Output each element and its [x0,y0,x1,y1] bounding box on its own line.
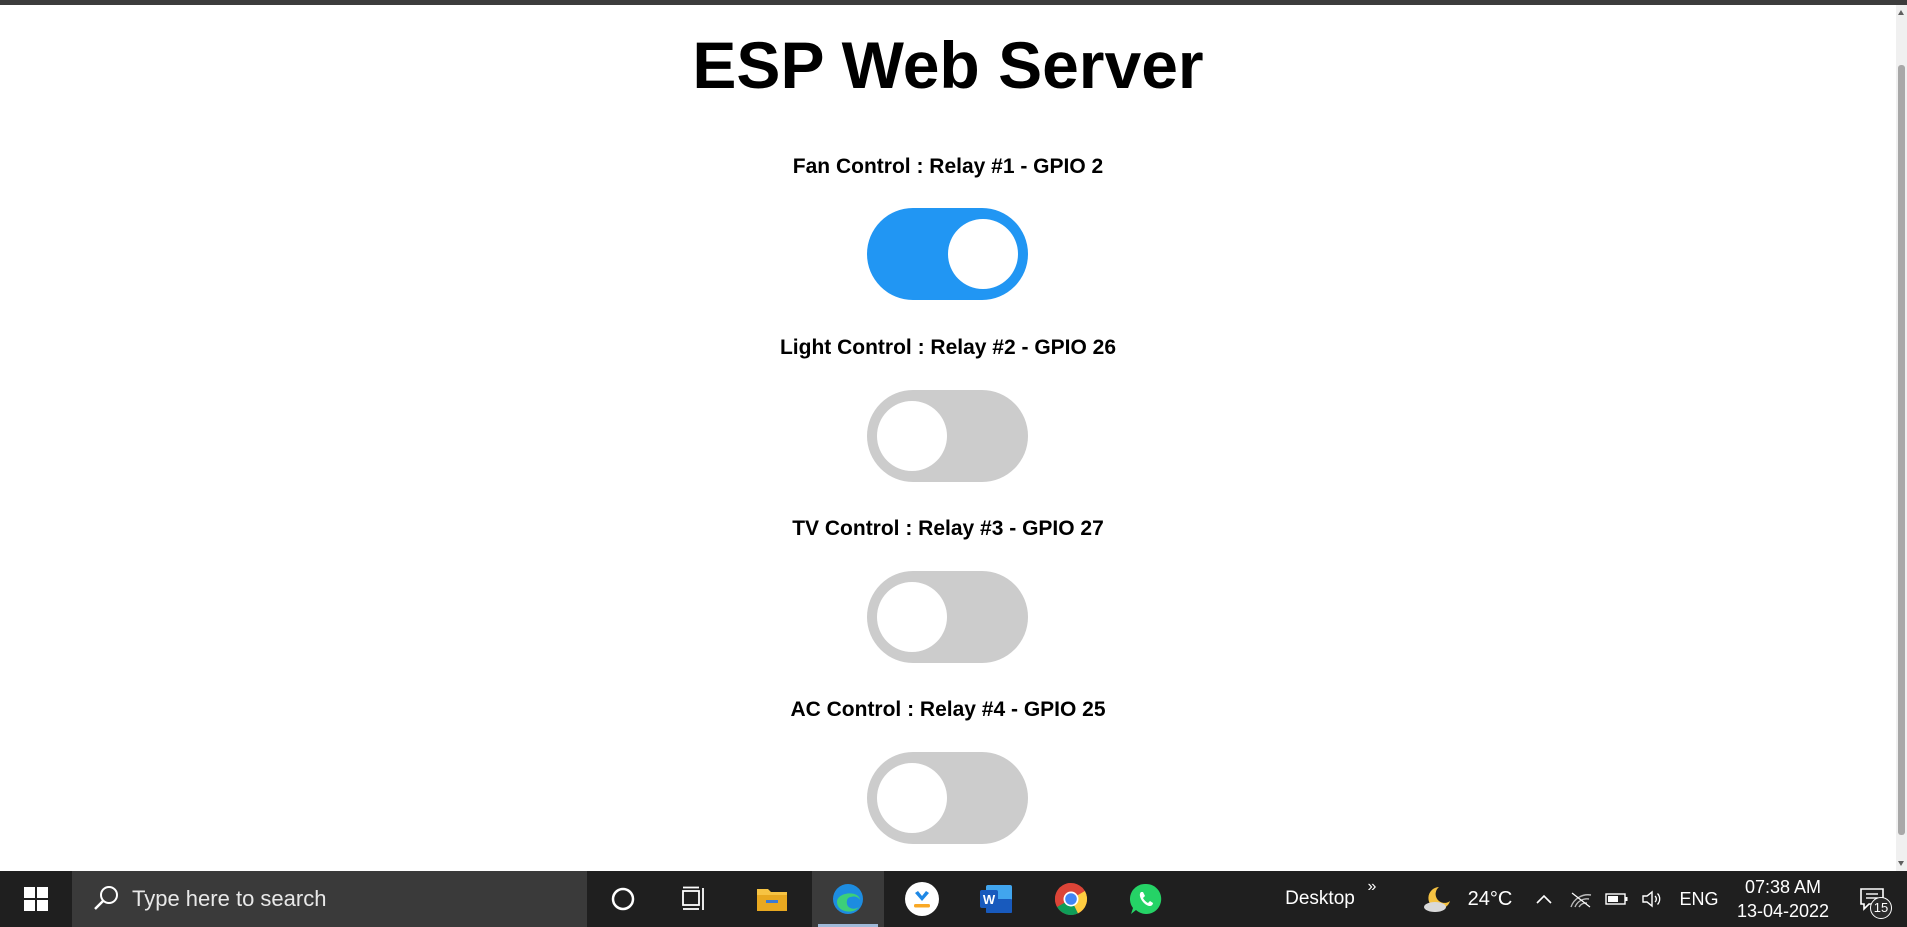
taskbar-search-box[interactable] [72,871,587,927]
app-button[interactable] [886,871,958,927]
toggle-knob [948,219,1018,289]
taskbar-clock[interactable]: 07:38 AM 13-04-2022 [1730,871,1836,927]
notification-count-badge: 15 [1870,897,1892,919]
battery-icon[interactable] [1602,871,1632,927]
search-icon [94,886,118,910]
search-input[interactable] [132,886,532,912]
relay-4-toggle[interactable] [867,752,1028,844]
task-view-button[interactable] [659,871,731,927]
relay-4-section: AC Control : Relay #4 - GPIO 25 [0,697,1896,723]
relay-4-label: AC Control : Relay #4 - GPIO 25 [790,698,1106,721]
chrome-button[interactable] [1035,871,1107,927]
clock-time: 07:38 AM [1744,877,1822,897]
scroll-down-arrow[interactable] [1896,857,1907,871]
toggle-knob [877,763,947,833]
show-hidden-icons-chevron-up-icon[interactable] [1530,871,1558,927]
web-page: ESP Web Server Fan Control : Relay #1 - … [0,5,1896,871]
vertical-scrollbar[interactable] [1896,5,1907,871]
file-explorer-button[interactable] [736,871,808,927]
relay-2-label: Light Control : Relay #2 - GPIO 26 [779,336,1117,359]
weather-moon-cloud-icon[interactable] [1418,871,1458,927]
whatsapp-icon [1129,883,1162,914]
scroll-up-arrow[interactable] [1896,5,1907,19]
input-language-indicator[interactable]: ENG [1672,871,1726,927]
relay-1-toggle[interactable] [867,208,1028,300]
page-title: ESP Web Server [692,28,1204,102]
weather-temperature[interactable]: 24°C [1462,871,1518,927]
windows-taskbar: W Desktop » 24°C [0,871,1907,927]
edge-button[interactable] [812,871,884,927]
clock-date: 13-04-2022 [1736,901,1830,921]
relay-2-toggle[interactable] [867,390,1028,482]
network-wifi-icon[interactable] [1566,871,1596,927]
whatsapp-button[interactable] [1110,871,1182,927]
file-explorer-icon [757,889,787,911]
windows-logo-icon [24,887,48,911]
task-view-icon [682,886,704,910]
relay-1-section: Fan Control : Relay #1 - GPIO 2 [0,154,1896,180]
start-button[interactable] [0,871,72,927]
word-icon: W [980,885,1012,913]
relay-2-section: Light Control : Relay #2 - GPIO 26 [0,335,1896,361]
edge-icon [833,884,863,914]
word-button[interactable]: W [960,871,1032,927]
relay-1-label: Fan Control : Relay #1 - GPIO 2 [792,155,1104,178]
desktop-toolbar-label[interactable]: Desktop [1270,871,1370,927]
svg-text:W: W [983,892,996,907]
app-icon [905,882,939,916]
relay-3-section: TV Control : Relay #3 - GPIO 27 [0,516,1896,542]
toggle-knob [877,582,947,652]
scroll-thumb[interactable] [1898,65,1905,835]
chevron-right-double-icon[interactable]: » [1362,859,1382,915]
chrome-icon [1054,882,1088,916]
relay-3-label: TV Control : Relay #3 - GPIO 27 [792,517,1104,540]
volume-speaker-icon[interactable] [1638,871,1668,927]
action-center-button[interactable]: 15 [1846,871,1900,927]
toggle-knob [877,401,947,471]
cortana-icon [611,887,635,911]
cortana-button[interactable] [587,871,659,927]
relay-3-toggle[interactable] [867,571,1028,663]
